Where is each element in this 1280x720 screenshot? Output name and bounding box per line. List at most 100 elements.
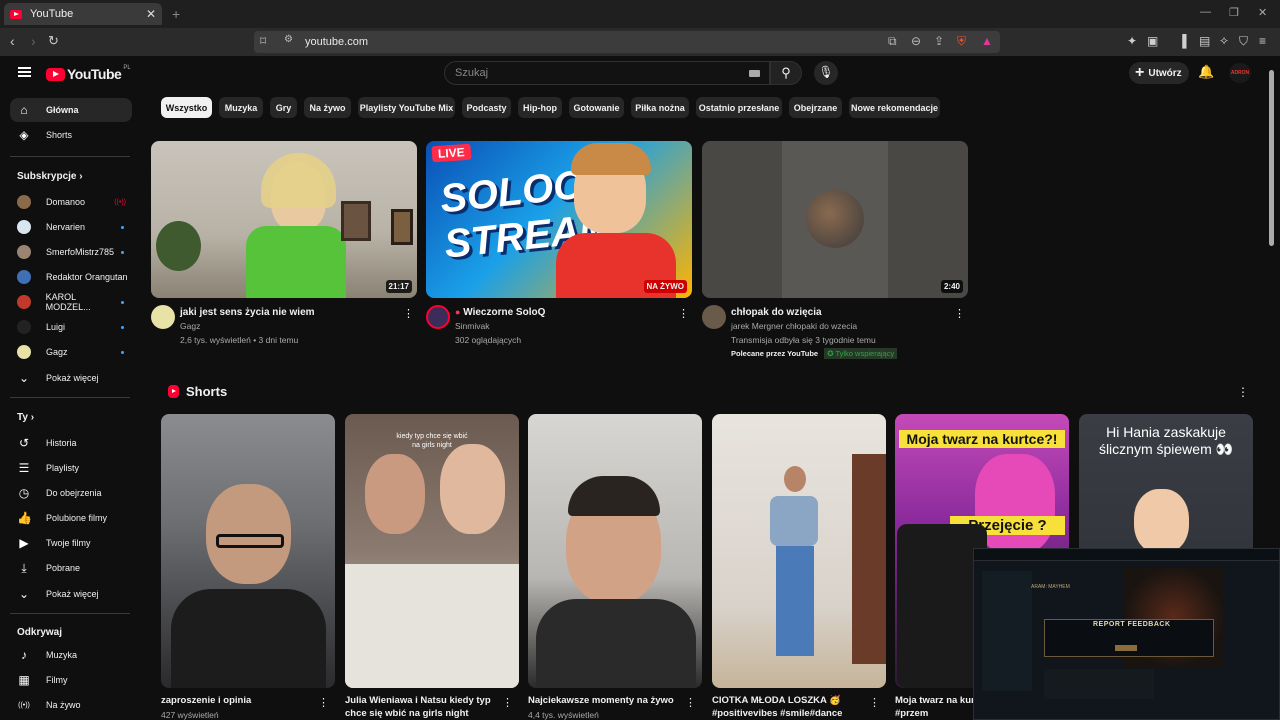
sidebar-item-playlist[interactable]: ☰ Playlisty [10, 456, 132, 480]
sidebar-subscription-item[interactable]: Gagz [10, 340, 132, 364]
video-thumbnail[interactable]: LIVE SOLOO STREAM NA ŻYWO [426, 141, 692, 298]
show-more-you[interactable]: ⌄ Pokaż więcej [10, 582, 132, 606]
tab-close-icon[interactable]: ✕ [146, 7, 156, 21]
short-title[interactable]: Julia Wieniawa i Natsu kiedy typ chce si… [345, 694, 500, 720]
filter-chip[interactable]: Gotowanie [569, 97, 624, 118]
voice-search-button[interactable]: 🎙 [814, 61, 838, 85]
restore-icon[interactable]: ❐ [1229, 6, 1239, 19]
video-thumbnail[interactable]: 2:40 [702, 141, 968, 298]
page-scrollbar[interactable] [1269, 70, 1274, 246]
video-thumbnail[interactable]: 21:17 [151, 141, 417, 298]
sidebar-subscription-item[interactable]: Domanoo ((•)) [10, 190, 132, 214]
filter-chip[interactable]: Piłka nożna [631, 97, 689, 118]
address-bar[interactable]: ⌑ ⚙ youtube.com ⧉ ⊖ ⇪ ⛨ ▲ [254, 31, 1000, 53]
minimize-icon[interactable]: — [1200, 6, 1211, 18]
sidebar-subscription-item[interactable]: Redaktor Orangutan [10, 265, 132, 289]
filter-chip[interactable]: Podcasty [462, 97, 511, 118]
filter-chip[interactable]: Nowe rekomendacje [849, 97, 940, 118]
sidebar-item-watch-later[interactable]: ◷ Do obejrzenia [10, 481, 132, 505]
more-options-icon[interactable]: ⋮ [1237, 385, 1249, 399]
sidebar-item-live[interactable]: ((•)) Na żywo [10, 693, 132, 717]
bookmark-icon[interactable]: ⌑ [260, 34, 266, 48]
more-options-icon[interactable]: ⋮ [869, 696, 880, 709]
sidebar-subscription-item[interactable]: Nervarien [10, 215, 132, 239]
search-input[interactable]: Szukaj [444, 61, 770, 85]
window-close-icon[interactable]: ✕ [1258, 6, 1267, 19]
more-options-icon[interactable]: ⋮ [502, 696, 513, 709]
guide-menu-icon[interactable] [18, 67, 31, 77]
sidebar-item-download[interactable]: ⤓ Pobrane [10, 556, 132, 580]
filter-chip[interactable]: Ostatnio przesłane [696, 97, 782, 118]
sidebar-item-film[interactable]: ▦ Filmy [10, 668, 132, 692]
channel-avatar[interactable] [426, 305, 450, 329]
reload-icon[interactable]: ↻ [48, 33, 59, 49]
vpn-icon[interactable]: ⛉ [1239, 34, 1248, 49]
sidebar-item-shorts[interactable]: ◈ Shorts [10, 123, 132, 147]
show-more-subscriptions[interactable]: ⌄ Pokaż więcej [10, 366, 132, 390]
sidebar-item-history[interactable]: ↺ Historia [10, 431, 132, 455]
sidebar-item-like[interactable]: 👍 Polubione filmy [10, 506, 132, 530]
short-thumbnail[interactable] [161, 414, 335, 688]
site-settings-icon[interactable]: ⚙ [284, 34, 293, 45]
video-title[interactable]: chłopak do wzięcia [731, 307, 822, 318]
short-title[interactable]: zaproszenie i opinia [161, 694, 316, 707]
more-options-icon[interactable]: ⋮ [318, 696, 329, 709]
open-external-icon[interactable]: ⧉ [888, 34, 897, 49]
sidebar-subscription-item[interactable]: Luigi [10, 315, 132, 339]
report-confirm-button[interactable] [1115, 645, 1137, 651]
sidebar-subscription-item[interactable]: SmerfoMistrz785 [10, 240, 132, 264]
filter-chip[interactable]: Muzyka [219, 97, 263, 118]
sidebar-icon[interactable]: ▐ [1178, 34, 1187, 48]
filter-chip[interactable]: Wszystko [161, 97, 212, 118]
share-icon[interactable]: ⇪ [934, 34, 944, 48]
extensions-icon[interactable]: ✦ [1127, 34, 1137, 48]
keyboard-icon[interactable] [749, 70, 760, 77]
channel-name[interactable]: Gagz [180, 321, 200, 331]
wallet-icon[interactable]: ▤ [1199, 34, 1210, 48]
filter-chip[interactable]: Hip-hop [518, 97, 562, 118]
zoom-icon[interactable]: ⊖ [911, 34, 921, 48]
channel-name[interactable]: Sinmivak [455, 321, 489, 331]
search-button[interactable]: ⚲ [770, 61, 802, 85]
more-options-icon[interactable]: ⋮ [954, 307, 965, 320]
sidebar-item-music[interactable]: ♪ Muzyka [10, 643, 132, 667]
short-title[interactable]: CIOTKA MŁODA LOSZKA 🥳 #positivevibes #sm… [712, 694, 867, 720]
channel-avatar[interactable] [702, 305, 726, 329]
brave-shield-icon[interactable]: ⛨ [957, 34, 966, 49]
sidebar-subscription-item[interactable]: KAROL MODZEL... [10, 290, 132, 314]
short-thumbnail[interactable] [712, 414, 886, 688]
leo-icon[interactable]: ✧ [1219, 34, 1229, 48]
notifications-bell-icon[interactable]: 🔔 [1198, 64, 1214, 80]
you-heading[interactable]: Ty › [17, 412, 34, 423]
sidebar-item-your-videos[interactable]: ▶ Twoje filmy [10, 531, 132, 555]
channel-name[interactable]: jarek Mergner chłopaki do wzecia [731, 321, 857, 331]
youtube-logo[interactable]: YouTube PL [46, 65, 131, 82]
filter-chip[interactable]: Playlisty YouTube Mix [358, 97, 455, 118]
more-options-icon[interactable]: ⋮ [678, 307, 689, 320]
game-overlay-window[interactable] [973, 548, 1280, 720]
short-views: 427 wyświetleń [161, 710, 219, 720]
back-icon[interactable]: ‹ [10, 33, 15, 49]
new-content-dot-icon [121, 300, 125, 304]
filter-chip[interactable]: Na żywo [304, 97, 351, 118]
browser-tab[interactable]: YouTube ✕ [4, 3, 162, 25]
filter-chip[interactable]: Obejrzane [789, 97, 842, 118]
forward-icon[interactable]: › [31, 33, 36, 49]
sidebar-item-home[interactable]: ⌂ Główna [10, 98, 132, 122]
account-avatar[interactable]: ADRON [1229, 63, 1251, 83]
video-title[interactable]: ● Wieczorne SoloQ [455, 307, 545, 318]
filter-chip[interactable]: Gry [270, 97, 297, 118]
create-button[interactable]: + Utwórz [1129, 62, 1189, 84]
subscriptions-heading[interactable]: Subskrypcje › [17, 171, 83, 182]
rewards-icon[interactable]: ▲ [981, 34, 993, 48]
channel-avatar[interactable] [151, 305, 175, 329]
video-title[interactable]: jaki jest sens życia nie wiem [180, 307, 315, 318]
short-thumbnail[interactable]: kiedy typ chce się wbić na girls night [345, 414, 519, 688]
more-options-icon[interactable]: ⋮ [685, 696, 696, 709]
reader-icon[interactable]: ▣ [1147, 34, 1158, 48]
new-tab-icon[interactable]: + [172, 6, 180, 22]
short-thumbnail[interactable] [528, 414, 702, 688]
more-options-icon[interactable]: ⋮ [403, 307, 414, 320]
short-title[interactable]: Najciekawsze momenty na żywo [528, 694, 683, 707]
menu-icon[interactable]: ≡ [1259, 34, 1266, 48]
